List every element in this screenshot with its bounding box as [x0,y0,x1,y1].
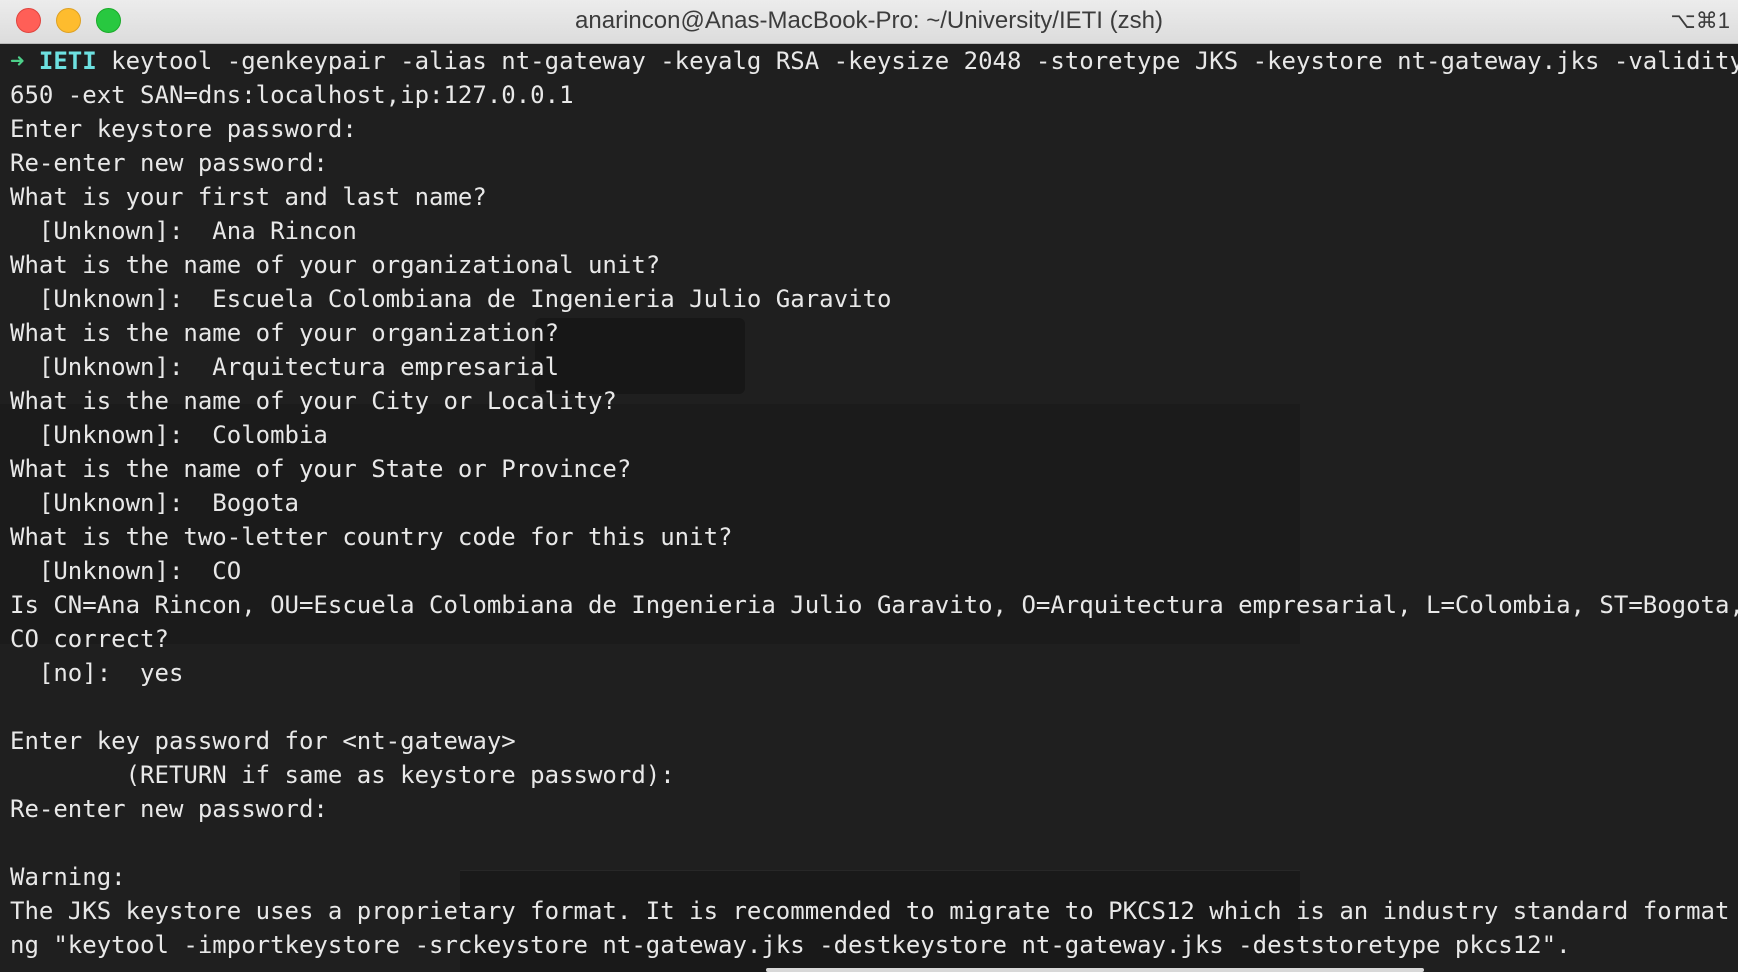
output-line: Enter keystore password: [10,115,357,143]
output-line: What is the name of your State or Provin… [10,455,632,483]
output-line: Is CN=Ana Rincon, OU=Escuela Colombiana … [10,591,1738,619]
prompt-directory: IETI [38,47,97,75]
command-text: keytool -genkeypair -alias nt-gateway -k… [96,47,1738,75]
output-line: What is the name of your organizational … [10,251,661,279]
output-line: What is the name of your City or Localit… [10,387,617,415]
terminal-window: anarincon@Anas-MacBook-Pro: ~/University… [0,0,1738,972]
output-line: What is the name of your organization? [10,319,560,347]
output-line: [Unknown]: Ana Rincon [10,217,357,245]
window-shortcut: ⌥⌘1 [1670,8,1730,33]
output-line: [Unknown]: CO [10,557,242,585]
prompt-arrow-icon: ➜ [10,47,25,75]
output-line: The JKS keystore uses a proprietary form… [10,897,1738,925]
output-line: Re-enter new password: [10,149,328,177]
output-line: ng "keytool -importkeystore -srckeystore… [10,931,1571,959]
terminal-output[interactable]: ➜ IETI keytool -genkeypair -alias nt-gat… [0,44,1738,972]
window-title: anarincon@Anas-MacBook-Pro: ~/University… [575,7,1163,34]
output-line: Re-enter new password: [10,795,328,823]
output-line: 650 -ext SAN=dns:localhost,ip:127.0.0.1 [10,81,574,109]
output-line: [Unknown]: Escuela Colombiana de Ingenie… [10,285,892,313]
output-line: [Unknown]: Bogota [10,489,299,517]
output-line: CO correct? [10,625,169,653]
prompt-line: ➜ IETI keytool -genkeypair -alias nt-gat… [10,44,1738,78]
title-bar[interactable]: anarincon@Anas-MacBook-Pro: ~/University… [0,0,1738,44]
output-line: [Unknown]: Colombia [10,421,328,449]
output-line: [Unknown]: Arquitectura empresarial [10,353,560,381]
output-line: (RETURN if same as keystore password): [10,761,675,789]
output-line: Enter key password for <nt-gateway> [10,727,516,755]
output-line: What is your first and last name? [10,183,487,211]
output-line: What is the two-letter country code for … [10,523,733,551]
scrollbar[interactable] [766,968,1424,972]
output-line: [no]: yes [10,659,184,687]
output-line: Warning: [10,863,126,891]
